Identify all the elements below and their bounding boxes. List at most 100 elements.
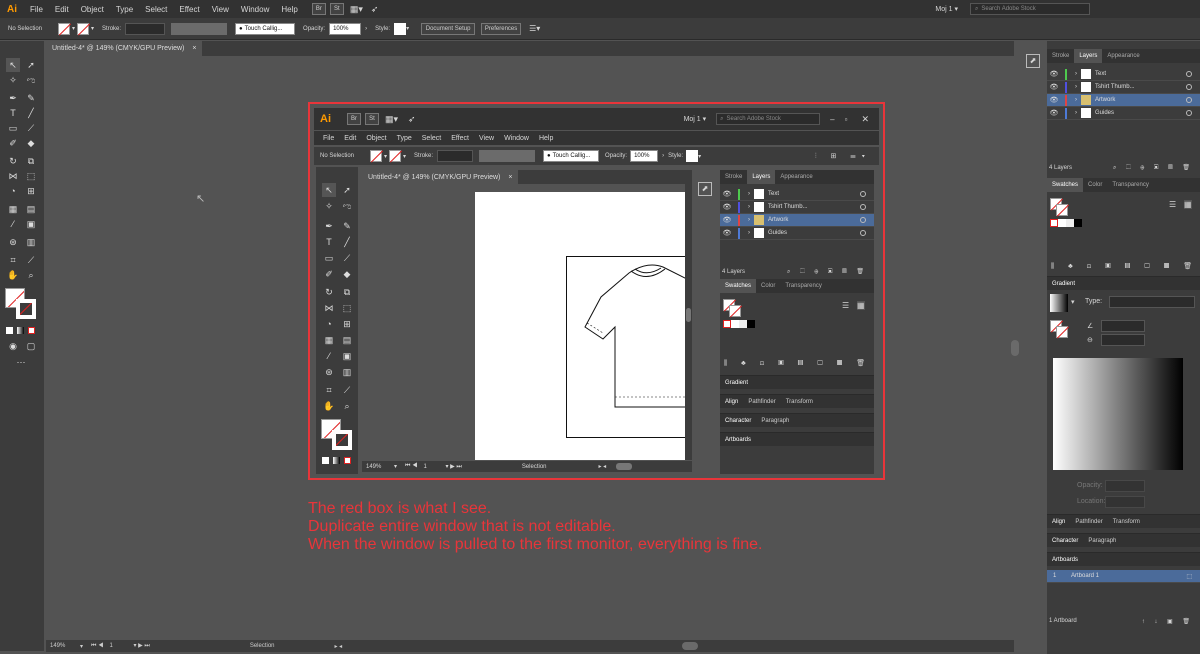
inner-tab-stroke[interactable]: Stroke [720,170,747,184]
menu-type[interactable]: Type [110,5,139,14]
angle-icon[interactable]: ∠ [1087,322,1093,330]
pen-tool-icon[interactable]: ✒ [6,91,20,105]
preferences-button[interactable]: Preferences [481,22,522,35]
float-panel-icon[interactable]: ⬈ [1026,54,1040,68]
inner-profile-field[interactable] [479,150,536,162]
minimize-icon[interactable]: – [830,115,834,124]
inner-stock-search[interactable]: ⌕ Search Adobe Stock [716,113,821,125]
gradient-thumbnail[interactable] [1050,294,1068,312]
inner-color-mode-icon[interactable] [322,457,329,464]
tab-transform[interactable]: Transform [1108,519,1145,525]
shaper-tool-icon[interactable]: ✐ [6,136,20,150]
inner-tab-color[interactable]: Color [756,279,780,293]
fill-dropdown-icon[interactable]: ▾ [72,25,75,32]
inner-shape-builder-icon[interactable]: ◔ [322,317,336,331]
inner-tab-align[interactable]: Align [720,399,743,405]
inner-menu-file[interactable]: File [318,135,339,142]
inner-swatch-registration[interactable] [731,320,739,328]
visibility-eye-icon[interactable]: 👁 [1047,70,1061,78]
inner-tab-paragraph[interactable]: Paragraph [756,418,794,424]
inner-tab-transform[interactable]: Transform [781,399,818,405]
inner-style-swatch[interactable] [686,150,699,162]
line-tool-icon[interactable]: ╱ [24,106,38,120]
visibility-eye-icon[interactable]: 👁 [1047,96,1061,104]
inner-none-mode-icon[interactable] [344,457,351,464]
inner-line-icon[interactable]: ╱ [340,235,354,249]
stroke-color-box[interactable] [16,299,36,319]
lasso-icon[interactable]: ಌ [24,73,38,87]
inner-menu-type[interactable]: Type [392,135,417,142]
swatch-none[interactable] [1050,219,1058,227]
inner-arrange-icon[interactable]: ▦▾ [385,114,398,125]
swatch-black[interactable] [1074,219,1082,227]
zoom-level[interactable]: 149% [50,643,80,649]
inner-float-icon[interactable]: ⬈ [698,182,712,196]
inner-tab-character[interactable]: Character [720,418,756,424]
brush-definition[interactable]: ● Touch Callig... [235,22,296,35]
inner-slice-icon[interactable]: ⟋ [340,383,354,397]
stroke-dropdown-icon[interactable]: ▾ [91,25,94,32]
inner-swatch-black[interactable] [747,320,755,328]
gradient-opacity-input[interactable] [1105,480,1145,492]
align-panel-header[interactable]: Align Pathfinder Transform [1047,514,1200,528]
swatches-footer-icons[interactable]: ⫼ ♣ ⊡ ▣ ▤ ▢ ▦ 🗑 [1047,262,1200,272]
bridge-button[interactable]: Br [311,3,326,15]
inner-shaper-icon[interactable]: ✐ [322,267,336,281]
inner-perspective-icon[interactable]: ⊞ [340,317,354,331]
inner-swatches-footer-icons[interactable]: ⫼ ♣ ⊡ ▣ ▤ ▢ ▦ 🗑 [720,359,874,369]
stroke-swatch[interactable] [77,22,90,35]
inner-eraser-icon[interactable]: ◆ [340,267,354,281]
inner-next-artboard-icon[interactable]: ▾ ▶ ⏭ [445,463,461,471]
tab-artboards[interactable]: Artboards [1047,557,1083,563]
shape-builder-icon[interactable]: ◔ [6,184,20,198]
inner-workspace[interactable]: Moj 1 ▾ [684,115,707,123]
inner-swatch-stroke[interactable] [729,305,741,317]
mesh-tool-icon[interactable]: ▦ [6,202,20,216]
inner-h-scrollbar[interactable] [616,463,633,470]
inner-target-icon[interactable] [860,217,866,223]
inner-eye-icon[interactable]: 👁 [720,229,734,237]
inner-stroke-input[interactable] [437,150,474,162]
inner-tab-appearance[interactable]: Appearance [775,170,817,184]
inner-vertical-scrollbar[interactable] [685,184,692,460]
tab-stroke[interactable]: Stroke [1047,49,1074,63]
menu-select[interactable]: Select [139,5,173,14]
inner-swatch-white[interactable] [739,320,747,328]
menu-edit[interactable]: Edit [49,5,75,14]
none-mode-icon[interactable] [28,327,35,334]
inner-layer-row[interactable]: 👁 › Tshirt Thumb... [720,201,874,214]
expand-arrow-icon[interactable]: › [1071,97,1081,103]
inner-eye-icon[interactable]: 👁 [720,216,734,224]
target-circle-icon[interactable] [1186,84,1192,90]
eyedropper-icon[interactable]: ⁄ [6,217,20,231]
tab-appearance[interactable]: Appearance [1102,49,1144,63]
inner-layers-footer-icons[interactable]: ⌕ ⬚ ⊕ ▣ ▤ 🗑 [787,268,868,276]
inner-tab-layers[interactable]: Layers [747,170,776,184]
inner-tab-transparency[interactable]: Transparency [780,279,826,293]
gradient-mode-icon[interactable] [17,327,24,334]
inner-rocket-icon[interactable]: ➶ [408,114,416,125]
inner-gradient-icon[interactable]: ▤ [340,333,354,347]
inner-menu-select[interactable]: Select [417,135,446,142]
inner-eye-icon[interactable]: 👁 [720,203,734,211]
inner-target-icon[interactable] [860,191,866,197]
workspace-switcher[interactable]: Moj 1 ▾ [935,5,958,13]
tab-swatches[interactable]: Swatches [1047,178,1084,192]
menu-effect[interactable]: Effect [173,5,205,14]
inner-lasso-icon[interactable]: ಌ [340,199,354,213]
inner-artboard-icon[interactable]: ⌗ [322,383,336,397]
inner-rectangle-icon[interactable]: ▭ [322,251,336,265]
control-menu-icon[interactable]: ☰▾ [529,24,540,33]
inner-fill-swatch[interactable] [370,150,382,162]
symbol-sprayer-icon[interactable]: ⊛ [6,235,20,249]
inner-selection-tool-icon[interactable]: ↖ [322,183,336,197]
slice-tool-icon[interactable]: ⟋ [24,253,38,267]
inner-zoom-dropdown[interactable]: ▾ [394,463,397,470]
type-tool-icon[interactable]: T [6,106,20,120]
edit-toolbar-icon[interactable]: ⋯ [14,355,28,369]
artboard-tool-icon[interactable]: ⌗ [6,253,20,267]
inner-stroke-color-box[interactable] [332,430,352,450]
first-artboard-icon[interactable]: ⏮ ◀ [91,643,103,650]
tab-align[interactable]: Align [1047,519,1070,525]
inner-stroke-swatch[interactable] [389,150,402,162]
